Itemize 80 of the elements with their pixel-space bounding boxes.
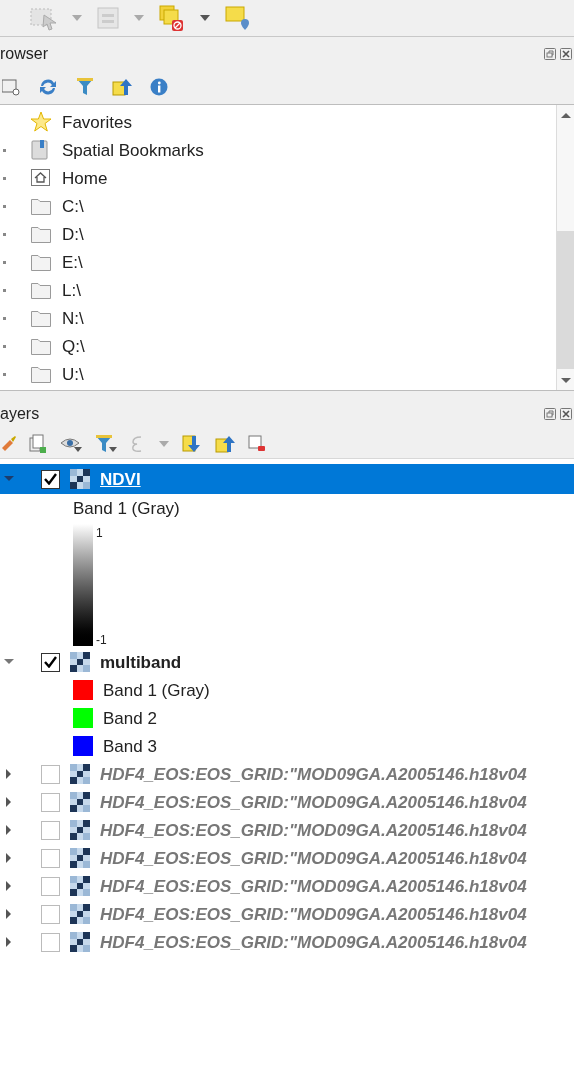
legend-label: Band 3 — [103, 737, 157, 755]
raster-layer-icon — [70, 764, 90, 784]
scrollbar[interactable] — [556, 105, 574, 390]
expand-icon[interactable] — [3, 260, 6, 264]
scrollbar-thumb[interactable] — [557, 231, 574, 369]
raster-layer-icon — [70, 469, 90, 489]
filter-icon[interactable] — [95, 433, 117, 454]
checkbox[interactable] — [41, 848, 60, 868]
selected-row[interactable]: NDVI — [0, 464, 574, 494]
expand-icon[interactable] — [3, 372, 6, 376]
close-icon[interactable] — [560, 47, 572, 60]
checkbox[interactable] — [41, 820, 60, 840]
raster-layer-icon — [70, 904, 90, 924]
checkbox[interactable] — [41, 876, 60, 896]
layer-name[interactable]: HDF4_EOS:EOS_GRID:"MOD09GA.A2005146.h18v04 — [100, 877, 527, 895]
tree-item[interactable]: U:\ — [62, 365, 84, 383]
expand-icon[interactable] — [3, 316, 6, 320]
legend-label: Band 1 (Gray) — [73, 499, 180, 517]
style-brush-icon[interactable] — [2, 435, 16, 452]
deselect-layers-icon[interactable] — [158, 4, 186, 32]
tree-item[interactable]: Favorites — [62, 113, 132, 131]
expand-icon[interactable] — [3, 176, 6, 180]
raster-layer-icon — [70, 848, 90, 868]
tree-item[interactable]: Q:\ — [62, 337, 85, 355]
add-group-icon[interactable] — [29, 433, 47, 454]
expand-icon[interactable] — [3, 148, 6, 152]
collapse-all-icon[interactable] — [112, 77, 132, 97]
raster-layer-icon — [70, 792, 90, 812]
close-icon[interactable] — [560, 407, 572, 420]
expand-icon[interactable] — [3, 232, 6, 236]
layer-name[interactable]: NDVI — [100, 470, 141, 488]
star-icon — [30, 111, 52, 133]
layer-name[interactable]: HDF4_EOS:EOS_GRID:"MOD09GA.A2005146.h18v04 — [100, 905, 527, 923]
checkbox[interactable] — [41, 652, 60, 672]
min-value-label: -1 — [96, 634, 107, 646]
float-panel-icon[interactable] — [544, 407, 556, 420]
tree-item[interactable]: L:\ — [62, 281, 81, 299]
tree-item[interactable]: Home — [62, 169, 108, 187]
tree-item[interactable]: D:\ — [62, 225, 84, 243]
layer-name[interactable]: HDF4_EOS:EOS_GRID:"MOD09GA.A2005146.h18v04 — [100, 821, 527, 839]
layer-name[interactable]: multiband — [100, 653, 182, 671]
tree-item[interactable]: N:\ — [62, 309, 84, 327]
pin-layer-icon[interactable] — [224, 5, 250, 31]
splitter-handle[interactable] — [0, 391, 574, 398]
tree-item[interactable]: Spatial Bookmarks — [62, 141, 204, 159]
tree-item[interactable]: C:\ — [62, 197, 84, 215]
refresh-icon[interactable] — [38, 77, 58, 97]
layer-name[interactable]: HDF4_EOS:EOS_GRID:"MOD09GA.A2005146.h18v04 — [100, 849, 527, 867]
dropdown-caret-icon[interactable] — [200, 15, 210, 21]
raster-layer-icon — [70, 652, 90, 672]
check-icon — [44, 656, 57, 668]
select-features-icon[interactable] — [30, 5, 58, 31]
add-selected-icon[interactable] — [2, 78, 20, 96]
checkbox[interactable] — [41, 904, 60, 924]
expand-all-icon[interactable] — [182, 433, 202, 454]
tree-item[interactable]: E:\ — [62, 253, 83, 271]
layer-name[interactable]: HDF4_EOS:EOS_GRID:"MOD09GA.A2005146.h18v04 — [100, 765, 527, 783]
filter-icon[interactable] — [76, 77, 94, 97]
raster-layer-icon — [70, 876, 90, 896]
panel-title: ayers — [0, 405, 40, 422]
home-icon — [30, 167, 52, 189]
expand-icon[interactable] — [3, 204, 6, 208]
legend-label: Band 1 (Gray) — [103, 681, 210, 699]
expand-icon[interactable] — [3, 288, 6, 292]
float-panel-icon[interactable] — [544, 47, 556, 60]
raster-layer-icon — [70, 932, 90, 952]
layer-name[interactable]: HDF4_EOS:EOS_GRID:"MOD09GA.A2005146.h18v04 — [100, 933, 527, 951]
raster-layer-icon — [70, 820, 90, 840]
panel-title: rowser — [0, 45, 48, 62]
layer-name[interactable]: HDF4_EOS:EOS_GRID:"MOD09GA.A2005146.h18v04 — [100, 793, 527, 811]
checkbox[interactable] — [41, 792, 60, 812]
check-icon — [44, 473, 57, 485]
checkbox[interactable] — [41, 932, 60, 952]
legend-label: Band 2 — [103, 709, 157, 727]
info-icon[interactable] — [150, 78, 168, 96]
max-value-label: 1 — [96, 525, 104, 539]
remove-layer-icon[interactable] — [248, 434, 266, 453]
checkbox[interactable] — [41, 764, 60, 784]
checkbox[interactable] — [41, 469, 60, 489]
expand-icon[interactable] — [3, 344, 6, 348]
